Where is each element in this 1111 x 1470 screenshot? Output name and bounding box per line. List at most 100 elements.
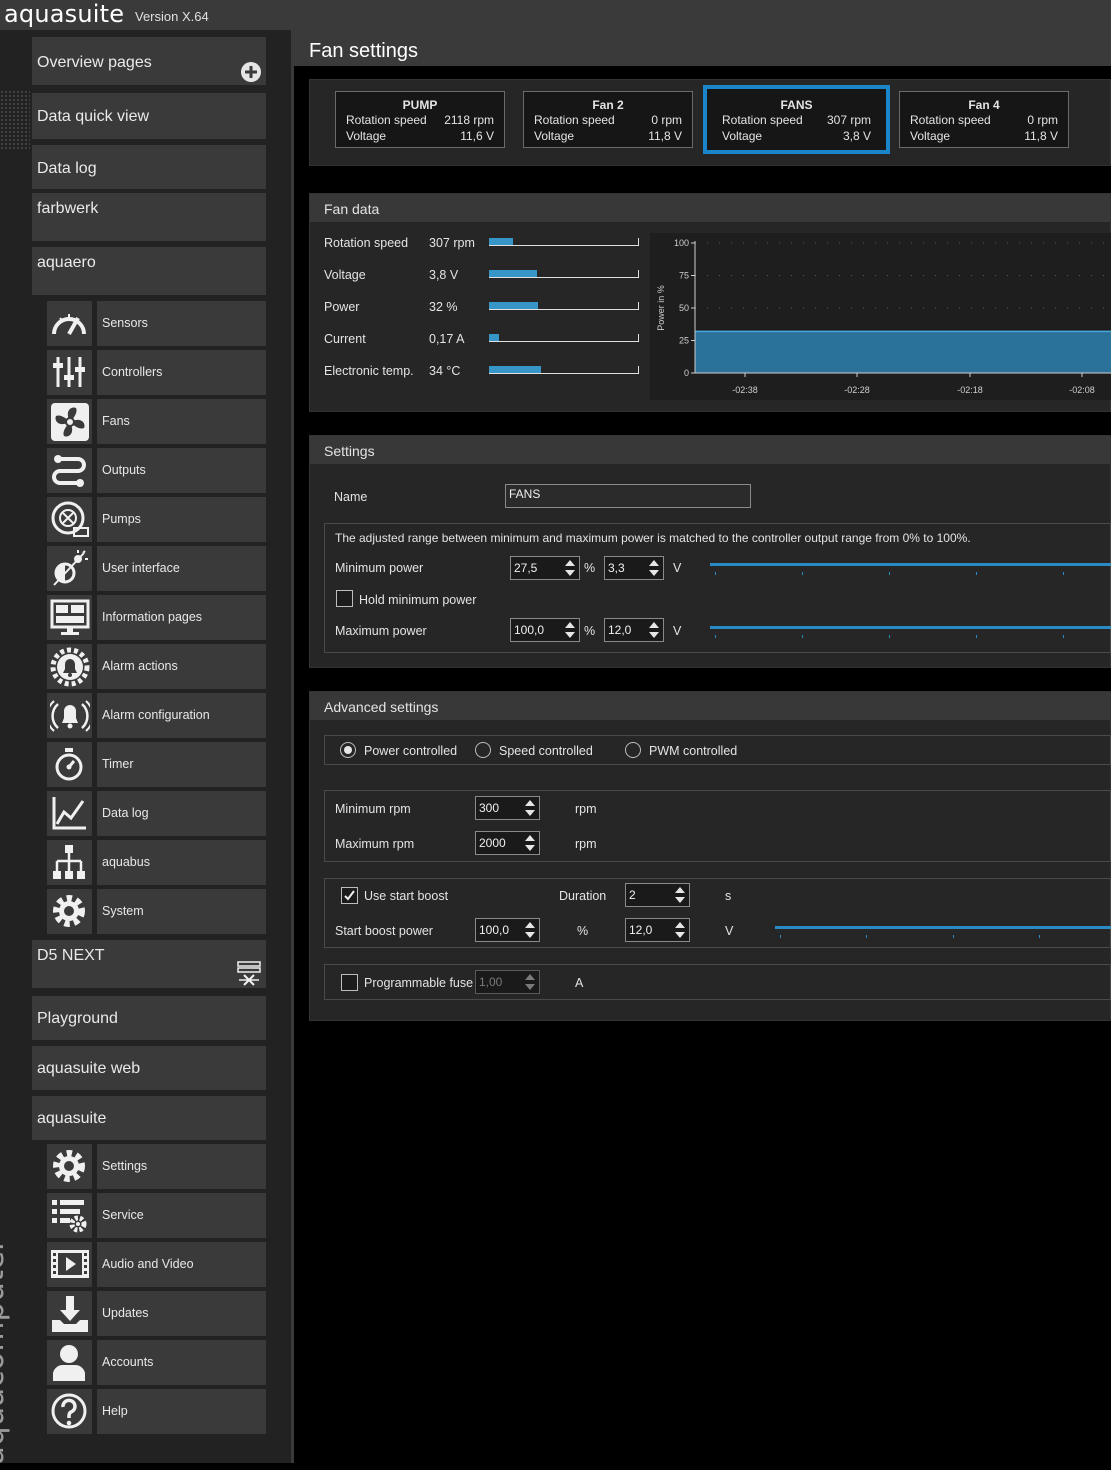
checkmark-icon <box>344 890 355 901</box>
sidebar-item-label: Updates <box>102 1306 149 1320</box>
sidebar-item-pumps[interactable]: Pumps <box>97 497 266 542</box>
sidebar-item-service[interactable]: Service <box>97 1193 266 1238</box>
fan-data-value: 307 rpm <box>429 236 475 250</box>
radio-power-controlled[interactable] <box>340 742 356 758</box>
sidebar-item-timer[interactable]: Timer <box>97 742 266 787</box>
slider-tick <box>1039 935 1040 938</box>
spinner-arrows-icon[interactable] <box>524 973 536 991</box>
boost-power-slider[interactable] <box>775 926 1111 929</box>
nav-playground[interactable]: Playground <box>32 996 266 1040</box>
fan-card-voltage: 11,8 V <box>1024 129 1058 143</box>
radio-pwm-controlled[interactable] <box>625 742 641 758</box>
fan-card-voltage: 11,8 V <box>648 129 682 143</box>
sidebar-item-audio-and-video[interactable]: Audio and Video <box>97 1242 266 1287</box>
spinner-arrows-icon[interactable] <box>648 559 660 577</box>
page-title: Fan settings <box>309 40 418 62</box>
min-power-percent-spinner[interactable]: 27,5 <box>510 556 580 580</box>
sidebar-item-settings[interactable]: Settings <box>97 1144 266 1189</box>
nav-farbwerk[interactable]: farbwerk <box>32 193 266 241</box>
fuse-spinner[interactable]: 1,00 <box>475 970 540 994</box>
sidebar-item-label: aquabus <box>102 855 150 869</box>
fan-data-label: Current <box>324 332 366 346</box>
nav-d5-next[interactable]: D5 NEXT <box>32 940 266 988</box>
fan-card-speed-label: Rotation speed <box>534 113 615 127</box>
sidebar-item-alarm-configuration[interactable]: Alarm configuration <box>97 693 266 738</box>
start-boost-checkbox[interactable] <box>341 887 358 904</box>
fan-card-voltage: 11,6 V <box>460 129 494 143</box>
power-chart: 100 75 50 25 0 -02:38 -02:28 -02:18 -02:08 Power … <box>650 233 1111 400</box>
sidebar-item-label: Alarm configuration <box>102 708 210 722</box>
mode-label: Speed controlled <box>499 744 593 758</box>
min-rpm-spinner[interactable]: 300 <box>475 796 540 820</box>
spinner-arrows-icon[interactable] <box>674 886 686 904</box>
nav-data-log[interactable]: Data log <box>32 145 266 189</box>
min-rpm-label: Minimum rpm <box>335 802 411 816</box>
boost-power-percent-spinner[interactable]: 100,0 <box>475 918 540 942</box>
title-bar: aquasuite Version X.64 <box>0 0 1111 30</box>
nav-aquasuite[interactable]: aquasuite <box>32 1096 266 1140</box>
pump-icon <box>47 497 92 542</box>
fan-card-fans-selected[interactable]: FANS Rotation speed 307 rpm Voltage 3,8 V <box>703 85 890 154</box>
sidebar-item-aquabus[interactable]: aquabus <box>97 840 266 885</box>
slider-tick <box>780 935 781 938</box>
sidebar-item-alarm-actions[interactable]: Alarm actions <box>97 644 266 689</box>
sidebar-item-information-pages[interactable]: Information pages <box>97 595 266 640</box>
sidebar-item-data-log[interactable]: Data log <box>97 791 266 836</box>
nav-overview-pages[interactable]: Overview pages <box>32 37 266 85</box>
fan-data-bar <box>489 302 639 310</box>
boost-power-voltage-spinner[interactable]: 12,0 <box>625 918 690 942</box>
sidebar-item-controllers[interactable]: Controllers <box>97 350 266 395</box>
spinner-arrows-icon[interactable] <box>524 799 536 817</box>
slider-tick <box>866 935 867 938</box>
sidebar-item-accounts[interactable]: Accounts <box>97 1340 266 1385</box>
sidebar-item-outputs[interactable]: Outputs <box>97 448 266 493</box>
nav-aquasuite-web[interactable]: aquasuite web <box>32 1046 266 1090</box>
fan-card-name: FANS <box>780 98 813 112</box>
sidebar-item-updates[interactable]: Updates <box>97 1291 266 1336</box>
fan-card-pump[interactable]: PUMP Rotation speed 2118 rpm Voltage 11,6 … <box>335 91 505 148</box>
nav-label: Data log <box>37 160 97 177</box>
decorative-dots <box>0 90 30 150</box>
max-power-slider[interactable] <box>710 626 1111 629</box>
sidebar-item-label: Sensors <box>102 316 148 330</box>
sidebar-item-sensors[interactable]: Sensors <box>97 301 266 346</box>
radio-speed-controlled[interactable] <box>475 742 491 758</box>
fan-card-fan-4[interactable]: Fan 4 Rotation speed 0 rpm Voltage 11,8 V <box>899 91 1069 148</box>
fan-card-speed: 0 rpm <box>651 113 682 127</box>
spinner-arrows-icon[interactable] <box>524 834 536 852</box>
max-rpm-spinner[interactable]: 2000 <box>475 831 540 855</box>
programmable-fuse-checkbox[interactable] <box>341 974 358 991</box>
name-field[interactable]: FANS <box>505 484 751 508</box>
spinner-arrows-icon[interactable] <box>674 921 686 939</box>
slider-tick <box>889 635 890 638</box>
add-page-icon[interactable] <box>240 61 262 83</box>
spinner-value: 3,3 <box>608 561 625 575</box>
max-power-voltage-spinner[interactable]: 12,0 <box>604 618 664 642</box>
spinner-value: 1,00 <box>479 975 503 989</box>
nav-data-quick-view[interactable]: Data quick view <box>32 93 266 139</box>
duration-spinner[interactable]: 2 <box>625 883 690 907</box>
fan-data-bar-fill <box>489 366 542 373</box>
spinner-arrows-icon[interactable] <box>648 621 660 639</box>
sidebar-item-system[interactable]: System <box>97 889 266 934</box>
panel-title: Advanced settings <box>324 699 439 715</box>
spinner-arrows-icon[interactable] <box>524 921 536 939</box>
spinner-value: 12,0 <box>629 923 653 937</box>
max-power-percent-spinner[interactable]: 100,0 <box>510 618 580 642</box>
sidebar-item-fans[interactable]: Fans <box>97 399 266 444</box>
min-power-voltage-spinner[interactable]: 3,3 <box>604 556 664 580</box>
hold-min-power-checkbox[interactable] <box>336 590 353 607</box>
fan-card-speed: 307 rpm <box>826 113 871 127</box>
spinner-arrows-icon[interactable] <box>564 621 576 639</box>
spinner-value: 100,0 <box>479 923 510 937</box>
slider-tick <box>802 572 803 575</box>
sidebar-item-help[interactable]: Help <box>97 1389 266 1434</box>
spinner-arrows-icon[interactable] <box>564 559 576 577</box>
rpm-group <box>324 790 1111 862</box>
min-power-slider[interactable] <box>710 563 1111 566</box>
fan-card-fan-2[interactable]: Fan 2 Rotation speed 0 rpm Voltage 11,8 V <box>523 91 693 148</box>
fan-card-name: PUMP <box>402 98 438 112</box>
nav-aquaero[interactable]: aquaero <box>32 247 266 295</box>
gear-icon <box>47 1144 92 1189</box>
sidebar-item-user-interface[interactable]: User interface <box>97 546 266 591</box>
